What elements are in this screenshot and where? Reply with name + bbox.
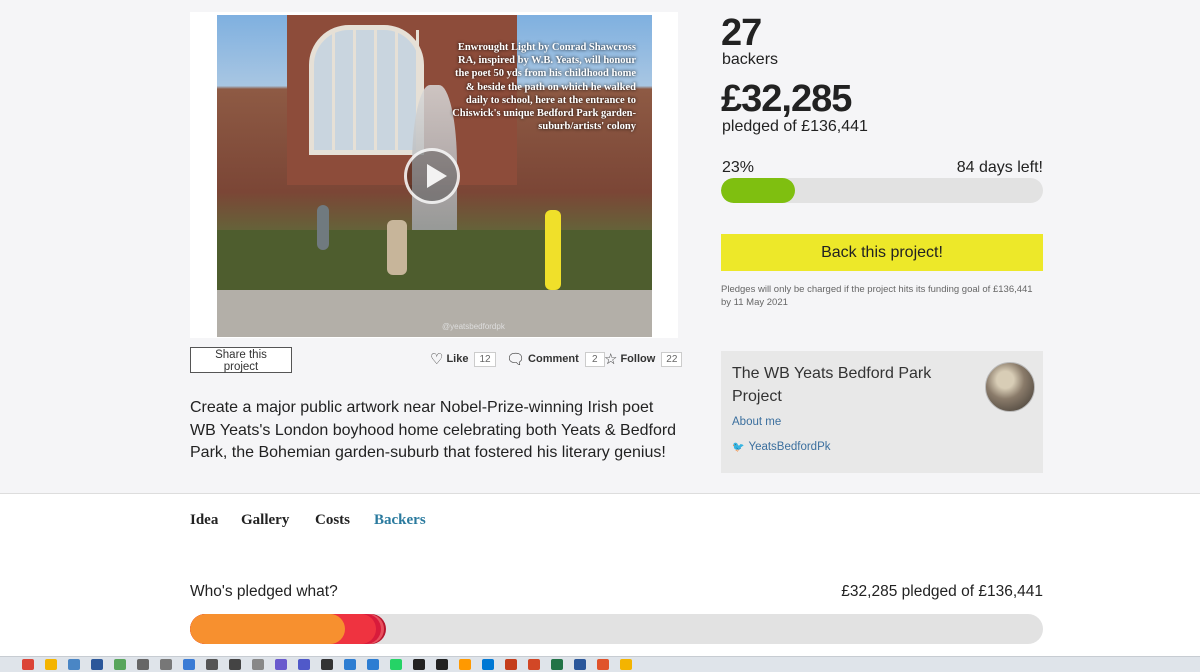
pledges-total: £32,285 pledged of £136,441 [841, 583, 1043, 600]
amazon-icon[interactable] [459, 659, 471, 670]
app-icon[interactable] [344, 659, 356, 670]
follow-label: Follow [620, 353, 656, 365]
twitter-icon: 🐦 [732, 441, 745, 453]
app-icon[interactable] [620, 659, 632, 670]
pledge-note: Pledges will only be charged if the proj… [721, 284, 1033, 308]
about-me-link[interactable]: About me [732, 416, 781, 428]
app-icon[interactable] [367, 659, 379, 670]
video-person [545, 210, 561, 290]
taskbar [0, 656, 1200, 672]
tab-gallery[interactable]: Gallery [241, 512, 289, 529]
creator-card: The WB Yeats Bedford Park Project About … [721, 351, 1043, 473]
powerpoint-icon[interactable] [528, 659, 540, 670]
like-button[interactable]: ♡ Like 12 [430, 350, 496, 368]
chrome-icon[interactable] [22, 659, 34, 670]
app-icon[interactable] [160, 659, 172, 670]
app-icon[interactable] [91, 659, 103, 670]
comment-icon: 🗨 [506, 351, 526, 368]
video-hedge [217, 230, 652, 290]
creator-name: The WB Yeats Bedford Park Project [732, 365, 932, 405]
comment-count: 2 [584, 351, 605, 367]
word-icon[interactable] [574, 659, 586, 670]
chrome-icon[interactable] [45, 659, 57, 670]
play-icon[interactable] [404, 148, 460, 204]
share-button[interactable]: Share this project [190, 347, 292, 373]
funded-percent: 23% [722, 159, 755, 176]
like-count: 12 [474, 351, 496, 367]
twitter-handle: YeatsBedfordPk [748, 441, 831, 453]
pledges-section: Who's pledged what? £32,285 pledged of £… [0, 546, 1200, 656]
pledged-amount: £32,285 [721, 78, 852, 120]
project-video[interactable]: Enwrought Light by Conrad Shawcross RA, … [217, 15, 652, 337]
excel-icon[interactable] [551, 659, 563, 670]
app-icon[interactable] [482, 659, 494, 670]
comment-label: Comment [528, 353, 579, 365]
app-icon[interactable] [137, 659, 149, 670]
calculator-icon[interactable] [229, 659, 241, 670]
app-icon[interactable] [275, 659, 287, 670]
video-overlay-text: Enwrought Light by Conrad Shawcross RA, … [452, 42, 636, 133]
funding-progress-fill [721, 178, 796, 203]
twitter-link[interactable]: 🐦 YeatsBedfordPk [732, 441, 831, 453]
whatsapp-icon[interactable] [390, 659, 402, 670]
heart-icon: ♡ [430, 351, 444, 368]
app-icon[interactable] [597, 659, 609, 670]
comment-button[interactable]: 🗨 Comment 2 [506, 350, 605, 368]
star-icon: ☆ [604, 351, 618, 368]
follow-count: 22 [661, 351, 683, 367]
project-description: Create a major public artwork near Nobel… [190, 399, 677, 461]
video-person [387, 220, 407, 275]
like-label: Like [446, 353, 469, 365]
app-icon[interactable] [321, 659, 333, 670]
pledges-title: Who's pledged what? [190, 583, 338, 600]
backers-label: backers [722, 51, 779, 68]
tab-backers[interactable]: Backers [374, 512, 426, 529]
tab-bar: Idea Gallery Costs Backers [0, 493, 1200, 547]
app-icon[interactable] [114, 659, 126, 670]
backers-count: 27 [721, 12, 762, 54]
video-credit: @yeatsbedfordpk [442, 322, 505, 331]
back-project-button[interactable]: Back this project! [721, 234, 1043, 271]
app-icon[interactable] [206, 659, 218, 670]
video-window [309, 25, 424, 155]
pledge-breakdown-bar [190, 614, 1043, 644]
tab-idea[interactable]: Idea [190, 512, 218, 529]
app-icon[interactable] [413, 659, 425, 670]
days-left: 84 days left! [956, 159, 1043, 176]
folder-icon[interactable] [68, 659, 80, 670]
funding-progress-bar [721, 178, 1043, 203]
follow-button[interactable]: ☆ Follow 22 [604, 350, 683, 368]
video-path [217, 290, 652, 337]
avatar[interactable] [985, 362, 1035, 412]
app-icon[interactable] [183, 659, 195, 670]
clock-icon[interactable] [252, 659, 264, 670]
pledge-segment[interactable] [190, 614, 346, 644]
video-person [317, 205, 329, 250]
teams-icon[interactable] [298, 659, 310, 670]
tab-costs[interactable]: Costs [315, 512, 350, 529]
pledged-label: pledged of £136,441 [722, 118, 868, 135]
app-icon[interactable] [505, 659, 517, 670]
app-icon[interactable] [436, 659, 448, 670]
